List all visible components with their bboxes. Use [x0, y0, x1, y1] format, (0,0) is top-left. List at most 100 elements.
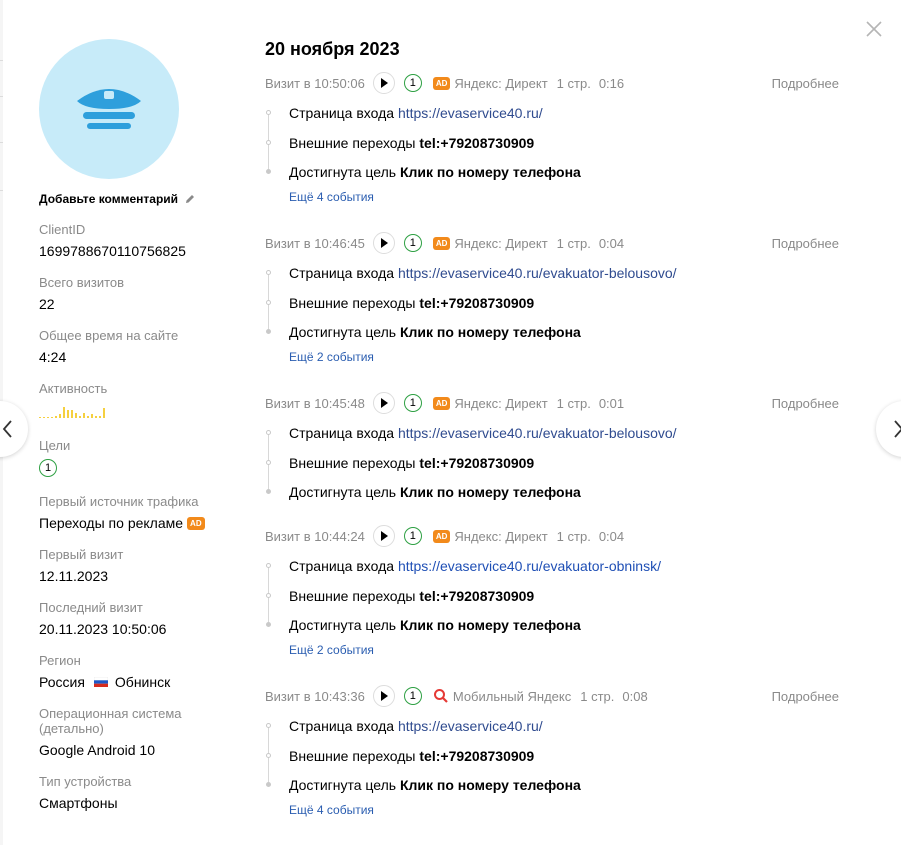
event-external-transition: Внешние переходы tel:+79208730909 — [265, 453, 850, 483]
time-on-site-label: Общее время на сайте — [39, 328, 179, 343]
event-entry-page: Страница входа https://evaservice40.ru/e… — [265, 423, 850, 453]
event-entry-page: Страница входа https://evaservice40.ru/e… — [265, 263, 850, 293]
visit-source: Мобильный Яндекс — [452, 688, 572, 704]
visit-goals-badge[interactable]: 1 — [403, 74, 422, 92]
visit-duration: 0:04 — [598, 235, 625, 251]
visit-header: Визит в 10:46:45 1 AD Яндекс: Директ 1 с… — [265, 232, 850, 254]
chevron-left-icon — [2, 420, 12, 438]
visit-goals-badge[interactable]: 1 — [403, 687, 422, 705]
event-external-transition: Внешние переходы tel:+79208730909 — [265, 746, 850, 776]
visit-pages: 1 стр. — [556, 395, 591, 411]
entry-page-link[interactable]: https://evaservice40.ru/evakuator-belous… — [398, 425, 677, 441]
ad-badge-icon: AD — [187, 516, 205, 530]
visit-card: Визит в 10:44:24 1 AD Яндекс: Директ 1 с… — [265, 525, 850, 657]
pencil-icon — [186, 195, 195, 203]
first-source-value: Переходы по рекламе — [39, 515, 184, 531]
play-session-button[interactable] — [372, 72, 395, 94]
region-country: Россия — [39, 674, 85, 690]
goals-field: Цели 1 — [39, 438, 70, 477]
play-icon — [380, 238, 388, 248]
add-comment-button[interactable]: Добавьте комментарий — [39, 192, 196, 206]
external-transition-value: tel:+79208730909 — [419, 454, 535, 471]
play-icon — [380, 691, 388, 701]
visit-card: Визит в 10:43:36 1 Мобильный Яндекс 1 ст… — [265, 685, 850, 817]
event-entry-page: Страница входа https://evaservice40.ru/ — [265, 716, 850, 746]
device-type-value: Смартфоны — [39, 795, 118, 811]
edge-mark — [0, 96, 3, 97]
next-visitor-button[interactable] — [876, 401, 901, 457]
entry-page-link[interactable]: https://evaservice40.ru/evakuator-belous… — [398, 265, 677, 281]
visit-pages: 1 стр. — [580, 688, 615, 704]
more-events-link[interactable]: Ещё 2 события — [265, 350, 850, 364]
visit-time: Визит в 10:46:45 — [265, 235, 365, 251]
os-value: Google Android 10 — [39, 742, 155, 758]
close-button[interactable] — [862, 17, 886, 41]
goal-name: Клик по номеру телефона — [399, 484, 581, 500]
first-source-label: Первый источник трафика — [39, 494, 199, 509]
play-session-button[interactable] — [372, 232, 395, 254]
visit-time: Визит в 10:50:06 — [265, 75, 365, 91]
total-visits-label: Всего визитов — [39, 275, 125, 290]
play-icon — [380, 398, 388, 408]
visit-card: Визит в 10:45:48 1 AD Яндекс: Директ 1 с… — [265, 392, 850, 512]
avatar — [39, 39, 179, 179]
ad-badge-icon: AD — [432, 76, 451, 90]
first-visit-field: Первый визит 12.11.2023 — [39, 547, 123, 584]
close-icon — [866, 21, 882, 37]
visit-pages: 1 стр. — [556, 75, 591, 91]
event-goal-reached: Достигнута цель Клик по номеру телефона — [265, 615, 850, 645]
visit-header: Визит в 10:50:06 1 AD Яндекс: Директ 1 с… — [265, 72, 850, 94]
date-heading: 20 ноября 2023 — [265, 39, 400, 59]
search-icon — [433, 689, 448, 703]
event-entry-page: Страница входа https://evaservice40.ru/e… — [265, 556, 850, 586]
first-visit-label: Первый визит — [39, 547, 124, 562]
visit-details-link[interactable]: Подробнее — [772, 396, 839, 411]
visit-details-link[interactable]: Подробнее — [772, 76, 839, 91]
more-events-link[interactable]: Ещё 2 события — [265, 643, 850, 657]
visit-time: Визит в 10:44:24 — [265, 528, 365, 544]
visit-goals-badge[interactable]: 1 — [403, 394, 422, 412]
visit-goals-badge[interactable]: 1 — [403, 234, 422, 252]
entry-page-link[interactable]: https://evaservice40.ru/ — [398, 105, 543, 121]
visit-header: Визит в 10:44:24 1 AD Яндекс: Директ 1 с… — [265, 525, 850, 547]
os-label: Операционная система (детально) — [39, 706, 182, 736]
ad-badge-icon: AD — [432, 236, 451, 250]
visit-timeline: Страница входа https://evaservice40.ru/ … — [265, 716, 850, 817]
visit-duration: 0:08 — [622, 688, 648, 704]
goals-label: Цели — [39, 438, 71, 453]
visit-details-link[interactable]: Подробнее — [772, 689, 839, 704]
ad-badge-icon: AD — [432, 396, 451, 410]
visit-pages: 1 стр. — [556, 528, 591, 544]
entry-page-link[interactable]: https://evaservice40.ru/evakuator-obnins… — [398, 558, 661, 574]
total-visits-value: 22 — [39, 296, 55, 312]
visit-goals-badge[interactable]: 1 — [403, 527, 422, 545]
device-type-label: Тип устройства — [39, 774, 132, 789]
goal-name: Клик по номеру телефона — [399, 617, 581, 633]
police-cap-icon — [77, 89, 141, 129]
entry-page-link[interactable]: https://evaservice40.ru/ — [398, 718, 543, 734]
visit-source: Яндекс: Директ — [454, 395, 548, 411]
more-events-link[interactable]: Ещё 4 события — [265, 803, 850, 817]
visit-duration: 0:01 — [598, 395, 625, 411]
event-goal-reached: Достигнута цель Клик по номеру телефона — [265, 162, 850, 192]
external-transition-value: tel:+79208730909 — [419, 134, 535, 151]
goals-count-badge: 1 — [39, 459, 57, 477]
visit-time: Визит в 10:45:48 — [265, 395, 365, 411]
visit-duration: 0:04 — [598, 528, 625, 544]
visit-source: Яндекс: Директ — [454, 235, 548, 251]
play-session-button[interactable] — [372, 685, 395, 707]
play-session-button[interactable] — [372, 392, 395, 414]
play-session-button[interactable] — [372, 525, 395, 547]
visit-details-link[interactable]: Подробнее — [772, 236, 839, 251]
russia-flag-icon — [93, 677, 108, 687]
play-icon — [380, 78, 388, 88]
event-external-transition: Внешние переходы tel:+79208730909 — [265, 586, 850, 616]
first-visit-value: 12.11.2023 — [39, 568, 109, 584]
edge-mark — [0, 142, 3, 143]
visit-source: Яндекс: Директ — [454, 75, 548, 91]
more-events-link[interactable]: Ещё 4 события — [265, 190, 850, 204]
event-external-transition: Внешние переходы tel:+79208730909 — [265, 293, 850, 323]
prev-visitor-button[interactable] — [0, 401, 28, 457]
chevron-right-icon — [894, 420, 901, 438]
client-id-field: ClientID 1699788670110756825 — [39, 222, 186, 259]
